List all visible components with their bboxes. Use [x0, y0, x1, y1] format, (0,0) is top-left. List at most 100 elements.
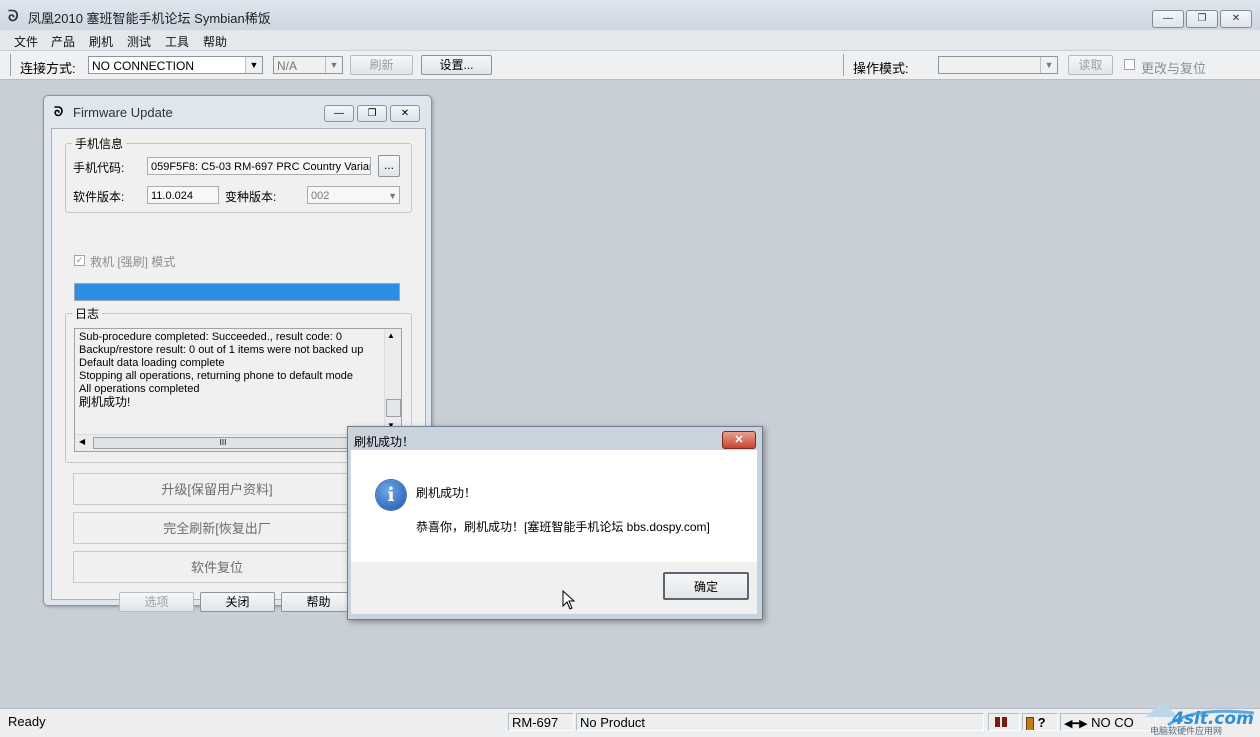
log-vertical-scrollbar[interactable]: ▲ ▼ — [384, 329, 401, 435]
log-line: Sub-procedure completed: Succeeded., res… — [79, 331, 342, 343]
site-watermark: 4sit.com 电脑软硬件应用网 — [1146, 701, 1255, 735]
flash-progress-bar — [74, 283, 400, 301]
menu-help[interactable]: 帮助 — [203, 33, 227, 50]
port-value: N/A — [277, 59, 298, 73]
browse-button[interactable]: ... — [378, 155, 400, 177]
scroll-thumb[interactable] — [386, 399, 401, 417]
connection-select[interactable]: NO CONNECTION ▼ — [88, 56, 263, 74]
dialog-title: 刷机成功！ — [354, 435, 415, 449]
close-button[interactable]: ✕ — [1220, 10, 1252, 28]
variant-select[interactable]: 002 ▼ — [307, 186, 400, 204]
minimize-icon: — — [1163, 13, 1173, 24]
connection-value: NO CONNECTION — [92, 59, 194, 73]
phone-code-field[interactable]: 059F5F8: C5-03 RM-697 PRC Country Varian… — [147, 157, 371, 175]
svg-text:4sit.com: 4sit.com — [1171, 709, 1254, 729]
close-icon: ✕ — [400, 108, 410, 119]
progress-fill — [75, 284, 399, 300]
reset-checkbox-label: 更改与复位 — [1141, 61, 1207, 76]
dialog-close-button[interactable]: ✕ — [722, 431, 756, 449]
soft-reset-button[interactable]: 软件复位 — [73, 551, 361, 583]
log-line: Stopping all operations, returning phone… — [79, 370, 353, 382]
fw-restore-button[interactable]: ❐ — [357, 105, 387, 122]
status-product: No Product — [576, 713, 984, 731]
scroll-grip-icon: III — [219, 438, 227, 447]
mode-select[interactable]: ▼ — [938, 56, 1058, 74]
phoenix-app-icon: ᘐ — [8, 7, 19, 25]
question-icon: ? — [1037, 715, 1046, 730]
menu-tools[interactable]: 工具 — [165, 33, 189, 50]
phone-code-label: 手机代码: — [73, 161, 125, 175]
restore-button[interactable]: ❐ — [1186, 10, 1218, 28]
success-dialog: 刷机成功！ ✕ i 刷机成功！ 恭喜你，刷机成功！[塞班智能手机论坛 bbs.d… — [347, 426, 763, 620]
fw-close-button[interactable]: ✕ — [390, 105, 420, 122]
menu-file[interactable]: 文件 — [14, 33, 38, 50]
status-bar: Ready RM-697 No Product ? ◀━▶ NO CO 4sit… — [0, 701, 1260, 737]
status-connection-text: NO CO — [1091, 715, 1134, 730]
dialog-heading: 刷机成功！ — [416, 486, 477, 500]
connection-label: 连接方式: — [20, 61, 76, 76]
mouse-cursor — [562, 589, 576, 613]
dialog-body: i 刷机成功！ 恭喜你，刷机成功！[塞班智能手机论坛 bbs.dospy.com… — [351, 450, 757, 562]
dialog-footer: 确定 — [351, 562, 757, 614]
settings-button[interactable]: 设置... — [421, 55, 492, 75]
upgrade-keep-data-button[interactable]: 升级[保留用户资料] — [73, 473, 361, 505]
toolbar-separator — [843, 54, 844, 76]
log-horizontal-scrollbar[interactable]: ◀ III ▶ — [75, 434, 385, 451]
mode-label: 操作模式: — [853, 61, 909, 76]
minimize-button[interactable]: — — [1152, 10, 1184, 28]
chevron-down-icon: ▼ — [245, 57, 262, 73]
usb-plug-icon: ◀━▶ — [1064, 718, 1088, 730]
firmware-window-title: Firmware Update — [73, 105, 173, 120]
rescue-mode-label: 救机 [强刷] 模式 — [90, 255, 176, 269]
restore-icon: ❐ — [1197, 13, 1207, 24]
ok-button[interactable]: 确定 — [663, 572, 749, 600]
stop-indicator-icon — [995, 717, 1000, 727]
menu-test[interactable]: 测试 — [127, 33, 151, 50]
stop-indicator-icon — [1002, 717, 1007, 727]
scroll-left-icon: ◀ — [79, 437, 86, 446]
log-lines: Sub-procedure completed: Succeeded., res… — [79, 331, 379, 409]
info-icon: i — [376, 480, 406, 510]
svg-text:电脑软硬件应用网: 电脑软硬件应用网 — [1150, 725, 1222, 735]
variant-value: 002 — [311, 190, 330, 202]
read-button[interactable]: 读取 — [1068, 55, 1113, 75]
app-title: 凤凰2010 塞班智能手机论坛 Symbian稀饭 — [28, 11, 271, 26]
log-label: 日志 — [72, 305, 103, 322]
refresh-button[interactable]: 刷新 — [350, 55, 413, 75]
menu-product[interactable]: 产品 — [51, 33, 75, 50]
close-icon: ✕ — [734, 434, 744, 446]
menu-bar: 文件 产品 刷机 测试 工具 帮助 — [0, 30, 1260, 51]
phone-info-label: 手机信息 — [72, 135, 127, 152]
log-line: 刷机成功! — [79, 395, 131, 409]
port-select[interactable]: N/A ▼ — [273, 56, 343, 74]
minimize-icon: — — [334, 108, 344, 119]
close-icon: ✕ — [1231, 13, 1241, 24]
chevron-down-icon: ▼ — [325, 57, 342, 73]
log-line: Default data loading complete — [79, 357, 225, 369]
help-button[interactable]: 帮助 — [281, 592, 356, 612]
status-help: ? — [1022, 713, 1058, 731]
menu-flash[interactable]: 刷机 — [89, 33, 113, 50]
fw-minimize-button[interactable]: — — [324, 105, 354, 122]
close-window-button[interactable]: 关闭 — [200, 592, 275, 612]
options-button[interactable]: 选项 — [119, 592, 194, 612]
chevron-down-icon: ▼ — [388, 191, 397, 201]
battery-icon — [1026, 716, 1034, 730]
status-indicator — [988, 713, 1020, 731]
chevron-down-icon: ▼ — [1040, 57, 1057, 73]
dialog-message: 恭喜你，刷机成功！[塞班智能手机论坛 bbs.dospy.com] — [416, 520, 710, 534]
toolbar: 连接方式: NO CONNECTION ▼ N/A ▼ 刷新 设置... 操作模… — [0, 51, 1260, 80]
phoenix-app-icon: ᘐ — [54, 105, 64, 120]
scroll-up-icon: ▲ — [387, 331, 395, 340]
restore-icon: ❐ — [367, 108, 377, 119]
phone-info-group: 手机信息 手机代码: 059F5F8: C5-03 RM-697 PRC Cou… — [65, 135, 412, 213]
status-model: RM-697 — [508, 713, 574, 731]
hscroll-thumb[interactable]: III — [93, 437, 353, 449]
full-flash-button[interactable]: 完全刷新[恢复出厂 — [73, 512, 361, 544]
variant-label: 变种版本: — [225, 190, 277, 204]
log-line: Backup/restore result: 0 out of 1 items … — [79, 344, 364, 356]
status-ready: Ready — [8, 714, 46, 729]
rescue-mode-checkbox[interactable]: ✓ — [74, 255, 85, 266]
sw-version-field[interactable]: 11.0.024 — [147, 186, 219, 204]
reset-checkbox[interactable] — [1124, 59, 1135, 70]
